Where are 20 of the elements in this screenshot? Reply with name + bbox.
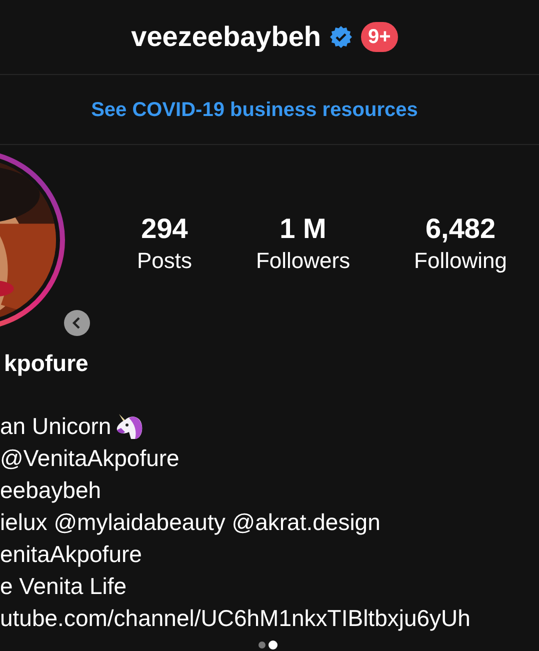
covid-resources-link[interactable]: See COVID-19 business resources xyxy=(91,94,448,124)
stat-label: Posts xyxy=(136,247,192,275)
bio-line: e Venita Life xyxy=(0,572,127,601)
bio-line: utube.com/channel/UC6hM1nkxTIBltbxju6yUh xyxy=(0,604,470,633)
bio-line: an Unicorn xyxy=(0,412,112,441)
bio-line: enitaAkpofure xyxy=(0,540,142,569)
stat-count: 1 M xyxy=(280,212,326,246)
stat-label: Followers xyxy=(256,247,350,275)
stat-label: Following xyxy=(414,247,507,275)
username-title: veezeebaybeh xyxy=(131,20,322,54)
back-button[interactable] xyxy=(64,310,90,336)
notification-badge[interactable]: 9+ xyxy=(361,22,398,52)
stat-count: 6,482 xyxy=(425,212,496,246)
bio-line: eebaybeh xyxy=(0,476,102,505)
chevron-left-icon xyxy=(72,317,82,329)
page-indicator-icon xyxy=(257,640,279,650)
bio-line: @VenitaAkpofure xyxy=(0,444,180,473)
stat-count: 294 xyxy=(141,212,188,246)
profile-name: kpofure xyxy=(4,349,90,378)
bio-line: ielux @mylaidabeauty @akrat.design xyxy=(0,508,380,537)
